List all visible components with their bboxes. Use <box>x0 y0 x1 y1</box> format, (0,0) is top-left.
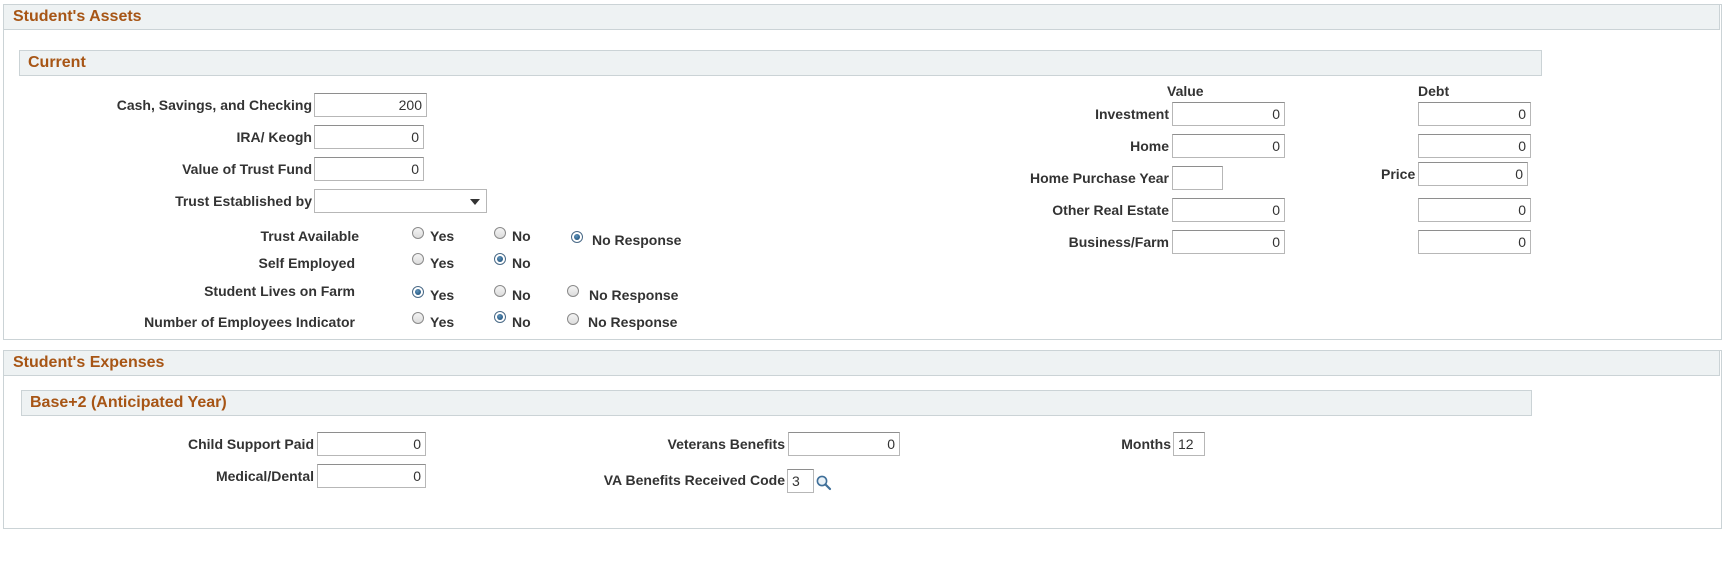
trust-available-no-label: No <box>512 228 531 244</box>
trust-fund-input[interactable]: 0 <box>314 157 424 181</box>
child-support-input[interactable]: 0 <box>317 432 426 456</box>
student-expenses-header: Student's Expenses <box>3 350 1720 376</box>
home-value-input[interactable]: 0 <box>1172 134 1285 158</box>
lives-on-farm-yes-label: Yes <box>430 287 455 303</box>
months-label: Months <box>1121 436 1171 452</box>
value-column-header: Value <box>1167 83 1204 99</box>
medical-dental-input[interactable]: 0 <box>317 464 426 488</box>
self-employed-label: Self Employed <box>258 255 355 271</box>
self-employed-no-radio[interactable] <box>494 253 506 265</box>
investment-debt-input[interactable]: 0 <box>1418 102 1531 126</box>
trust-established-select[interactable] <box>314 189 487 213</box>
base2-subheader: Base+2 (Anticipated Year) <box>21 390 1532 416</box>
lives-on-farm-no-radio[interactable] <box>494 285 506 297</box>
trust-available-no-response-label: No Response <box>592 232 682 248</box>
home-purchase-year-label: Home Purchase Year <box>1029 170 1169 186</box>
trust-established-label: Trust Established by <box>175 193 312 209</box>
employees-indicator-no-radio[interactable] <box>494 311 506 323</box>
veterans-benefits-input[interactable]: 0 <box>788 432 900 456</box>
cash-input[interactable]: 200 <box>314 93 427 117</box>
employees-indicator-no-response-label: No Response <box>588 314 678 330</box>
home-label: Home <box>1130 138 1169 154</box>
cash-label: Cash, Savings, and Checking <box>116 97 312 113</box>
veterans-benefits-label: Veterans Benefits <box>667 436 786 452</box>
debt-column-header: Debt <box>1418 83 1450 99</box>
trust-available-no-radio[interactable] <box>494 227 506 239</box>
home-debt-input[interactable]: 0 <box>1418 134 1531 158</box>
trust-available-yes-label: Yes <box>430 228 455 244</box>
lives-on-farm-no-response-label: No Response <box>589 287 679 303</box>
investment-label: Investment <box>1095 106 1169 122</box>
self-employed-no-label: No <box>512 255 531 271</box>
ira-keogh-input[interactable]: 0 <box>314 125 424 149</box>
trust-available-yes-radio[interactable] <box>412 227 424 239</box>
va-code-label: VA Benefits Received Code <box>603 472 785 488</box>
business-farm-debt-input[interactable]: 0 <box>1418 230 1531 254</box>
trust-fund-label: Value of Trust Fund <box>182 161 312 177</box>
employees-indicator-label: Number of Employees Indicator <box>144 314 355 330</box>
employees-indicator-yes-label: Yes <box>430 314 455 330</box>
investment-value-input[interactable]: 0 <box>1172 102 1285 126</box>
child-support-label: Child Support Paid <box>188 436 314 452</box>
student-assets-header: Student's Assets <box>3 4 1720 30</box>
self-employed-yes-radio[interactable] <box>412 253 424 265</box>
va-code-input[interactable]: 3 <box>787 469 814 493</box>
lives-on-farm-label: Student Lives on Farm <box>204 283 355 299</box>
months-input[interactable]: 12 <box>1173 432 1205 456</box>
lives-on-farm-no-response-radio[interactable] <box>567 285 579 297</box>
other-real-estate-value-input[interactable]: 0 <box>1172 198 1285 222</box>
medical-dental-label: Medical/Dental <box>215 468 314 484</box>
business-farm-label: Business/Farm <box>1068 234 1169 250</box>
price-input[interactable]: 0 <box>1418 162 1528 186</box>
business-farm-value-input[interactable]: 0 <box>1172 230 1285 254</box>
lives-on-farm-yes-radio[interactable] <box>412 286 424 298</box>
magnifier-icon[interactable] <box>815 474 833 492</box>
trust-available-no-response-radio[interactable] <box>571 231 583 243</box>
ira-keogh-label: IRA/ Keogh <box>236 129 312 145</box>
chevron-down-icon <box>470 199 480 205</box>
employees-indicator-yes-radio[interactable] <box>412 312 424 324</box>
other-real-estate-label: Other Real Estate <box>1052 202 1169 218</box>
current-subheader: Current <box>19 50 1542 76</box>
employees-indicator-no-label: No <box>512 314 531 330</box>
other-real-estate-debt-input[interactable]: 0 <box>1418 198 1531 222</box>
lives-on-farm-no-label: No <box>512 287 531 303</box>
trust-available-label: Trust Available <box>260 228 359 244</box>
home-purchase-year-input[interactable] <box>1172 166 1223 190</box>
employees-indicator-no-response-radio[interactable] <box>567 313 579 325</box>
price-label: Price <box>1381 166 1416 182</box>
self-employed-yes-label: Yes <box>430 255 455 271</box>
